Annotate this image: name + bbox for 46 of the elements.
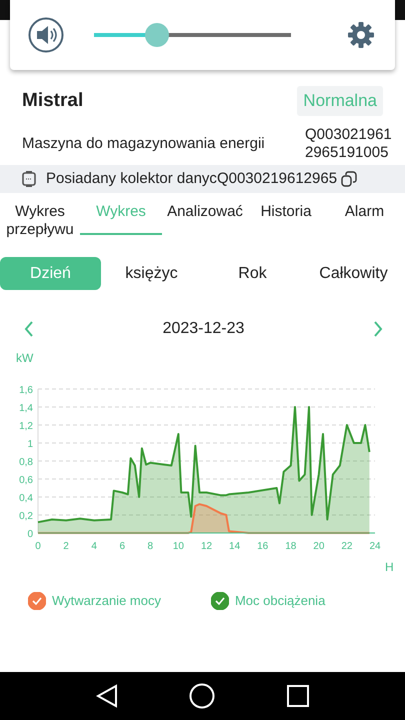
device-type: Maszyna do magazynowania energii <box>22 134 265 154</box>
x-tick-label: 6 <box>119 541 126 552</box>
tab[interactable]: Wykres przepływu <box>0 199 80 245</box>
settings-icon[interactable] <box>347 21 375 49</box>
tab[interactable]: Analizować <box>162 199 248 235</box>
y-tick-label: 0,4 <box>19 493 33 504</box>
back-icon[interactable] <box>96 684 118 708</box>
y-tick-label: 1 <box>27 439 33 450</box>
y-tick-label: 0,6 <box>19 475 33 486</box>
period-tab[interactable]: księżyc <box>101 257 202 290</box>
x-tick-label: 20 <box>313 541 324 552</box>
speaker-icon[interactable] <box>28 17 64 53</box>
x-tick-label: 24 <box>369 541 381 552</box>
y-tick-label: 0 <box>27 529 33 540</box>
x-tick-label: 18 <box>285 541 296 552</box>
y-tick-label: 0,2 <box>19 511 33 522</box>
y-tick-label: 1,6 <box>19 385 33 396</box>
y-tick-label: 1,2 <box>19 421 33 432</box>
y-axis-label: kW <box>16 351 34 365</box>
recents-icon[interactable] <box>286 684 310 708</box>
collector-serial: Q0030219612965 <box>216 168 338 189</box>
collector-label: Posiadany kolektor danyc <box>46 168 217 189</box>
period-tab[interactable]: Całkowity <box>303 257 404 290</box>
tab[interactable]: Alarm <box>324 199 405 235</box>
home-icon[interactable] <box>188 683 214 709</box>
copy-icon[interactable] <box>341 171 358 187</box>
x-tick-label: 14 <box>229 541 240 552</box>
device-name: Mistral <box>22 88 84 112</box>
status-label: Normalna <box>297 86 383 116</box>
y-tick-label: 0,8 <box>19 457 33 468</box>
x-tick-label: 16 <box>257 541 268 552</box>
serial-number: Q0030219612965191005 <box>305 126 393 163</box>
y-tick-label: 1,4 <box>19 403 33 414</box>
tab[interactable]: Historia <box>248 199 324 235</box>
slider-thumb[interactable] <box>145 23 170 47</box>
x-tick-label: 22 <box>341 541 352 552</box>
x-tick-label: 10 <box>172 541 184 552</box>
x-tick-label: 8 <box>148 541 154 552</box>
date-label: 2023-12-23 <box>162 319 244 339</box>
x-axis-label: H <box>385 560 394 574</box>
period-tab[interactable]: Rok <box>202 257 303 290</box>
x-tick-label: 12 <box>200 541 212 552</box>
x-tick-label: 0 <box>35 541 41 552</box>
x-tick-label: 4 <box>91 541 97 552</box>
collector-icon <box>22 170 36 188</box>
x-tick-label: 2 <box>63 541 69 552</box>
